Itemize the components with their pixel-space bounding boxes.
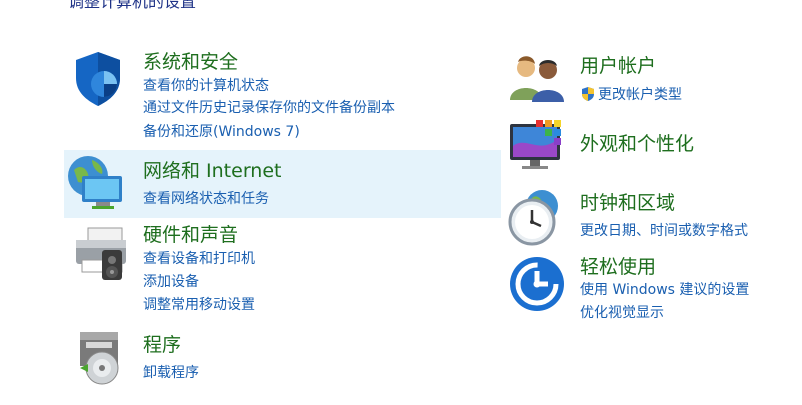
network-globe-icon <box>66 154 126 214</box>
monitor-palette-icon <box>508 118 568 178</box>
link-view-computer-status[interactable]: 查看你的计算机状态 <box>143 75 269 95</box>
page-heading: 调整计算机的设置 <box>68 0 197 11</box>
clock-globe-icon <box>504 186 564 246</box>
link-view-network-status[interactable]: 查看网络状态和任务 <box>143 188 269 208</box>
category-title-network-internet[interactable]: 网络和 Internet <box>143 156 281 183</box>
link-recommended-settings[interactable]: 使用 Windows 建议的设置 <box>580 279 749 299</box>
shield-security-icon <box>70 48 130 108</box>
link-change-account-type[interactable]: 更改帐户类型 <box>580 84 682 104</box>
category-title-programs[interactable]: 程序 <box>143 330 181 357</box>
link-mobility-settings[interactable]: 调整常用移动设置 <box>143 294 255 314</box>
ease-of-access-icon <box>508 255 568 315</box>
category-title-user-accounts[interactable]: 用户帐户 <box>580 51 656 78</box>
change-account-type-label: 更改帐户类型 <box>598 87 682 103</box>
category-title-appearance[interactable]: 外观和个性化 <box>580 129 694 156</box>
link-uninstall-program[interactable]: 卸载程序 <box>143 362 199 382</box>
link-optimize-visual-display[interactable]: 优化视觉显示 <box>580 302 664 322</box>
link-backup-restore[interactable]: 备份和还原(Windows 7) <box>143 121 300 141</box>
printer-speaker-icon <box>68 224 128 284</box>
category-title-clock-region[interactable]: 时钟和区域 <box>580 188 675 215</box>
category-title-ease-of-access[interactable]: 轻松使用 <box>580 252 656 279</box>
users-icon <box>508 52 568 112</box>
category-title-system-security[interactable]: 系统和安全 <box>143 47 238 74</box>
link-change-date-time-format[interactable]: 更改日期、时间或数字格式 <box>580 220 748 240</box>
category-title-hardware-sound[interactable]: 硬件和声音 <box>143 220 238 247</box>
programs-disc-icon <box>76 328 136 388</box>
link-add-device[interactable]: 添加设备 <box>143 271 199 291</box>
uac-shield-icon <box>580 86 596 102</box>
category-hover-highlight <box>64 150 501 218</box>
link-devices-printers[interactable]: 查看设备和打印机 <box>143 248 255 268</box>
link-file-history-backup[interactable]: 通过文件历史记录保存你的文件备份副本 <box>143 97 395 117</box>
